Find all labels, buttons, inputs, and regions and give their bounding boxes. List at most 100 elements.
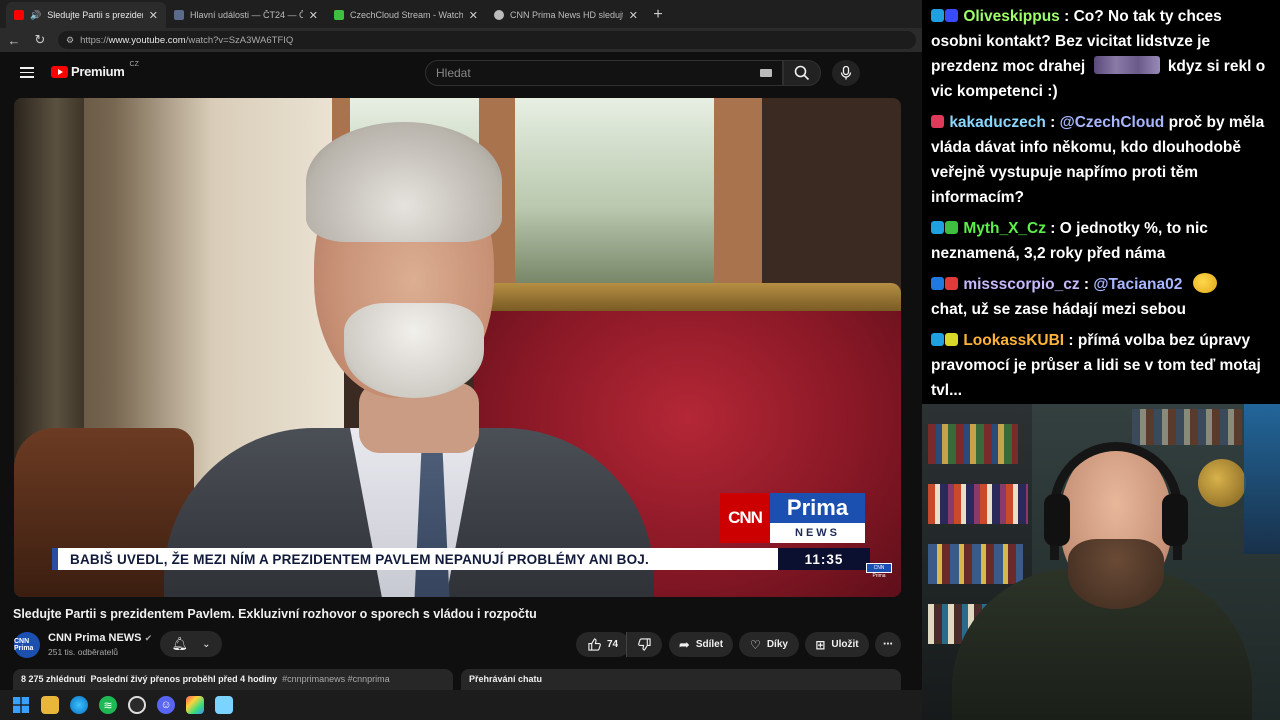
url-text: https://www.youtube.com/watch?v=SzA3WA6T…: [80, 34, 294, 46]
close-tab-icon[interactable]: ✕: [629, 9, 638, 22]
youtube-premium-logo[interactable]: Premium CZ: [51, 61, 139, 79]
chat-replay-header[interactable]: Přehrávání chatu: [461, 669, 901, 690]
chat-message: kakaduczech : @CzechCloud proč by měla v…: [931, 114, 1265, 206]
tab-strip: 🔊 Sledujte Partii s prezidentem P ✕ Hlav…: [0, 0, 922, 28]
logo-news: NEWS: [770, 523, 865, 543]
tab-title: Hlavní události — ČT24 — Česká t: [190, 10, 303, 20]
search-button[interactable]: [783, 60, 821, 86]
video-title: Sledujte Partii s prezidentem Pavlem. Ex…: [13, 607, 537, 621]
close-tab-icon[interactable]: ✕: [309, 9, 318, 22]
close-tab-icon[interactable]: ✕: [149, 9, 158, 22]
search-input[interactable]: Hledat: [425, 60, 783, 86]
subscriber-badge-icon: [931, 333, 944, 346]
stream-info: Poslední živý přenos proběhl před 4 hodi…: [90, 674, 278, 684]
chat-username[interactable]: LookassKUBI: [963, 332, 1064, 349]
sub-gifter-badge-icon: [945, 9, 958, 22]
streamer-webcam: [922, 404, 1280, 720]
bits-badge-icon: [945, 277, 958, 290]
moderator-badge-icon: [931, 277, 944, 290]
thumbs-down-icon: [638, 638, 651, 651]
heart-dollar-icon: ♡: [750, 637, 761, 652]
tab-cnn-prima[interactable]: CNN Prima News HD sledujte onli ✕: [486, 2, 646, 28]
subscriber-badge-icon: [931, 9, 944, 22]
hamburger-menu-icon[interactable]: [20, 67, 34, 78]
ct24-favicon-icon: [174, 10, 184, 20]
description-box[interactable]: 8 275 zhlédnutí Poslední živý přenos pro…: [13, 669, 453, 690]
caption-text: BABIŠ UVEDL, ŽE MEZI NÍM A PREZIDENTEM P…: [58, 548, 778, 570]
reload-icon[interactable]: ↻: [32, 32, 48, 48]
like-count: 74: [606, 639, 619, 650]
thumbs-up-icon: [588, 638, 601, 651]
tab-title: CzechCloud Stream - Watch Live o: [350, 10, 463, 20]
save-button[interactable]: ⊞ Uložit: [805, 632, 869, 657]
new-tab-icon[interactable]: +: [646, 2, 670, 28]
notepad-icon[interactable]: [215, 696, 233, 714]
cnn-prima-news-logo: CNN Prima NEWS: [720, 493, 865, 543]
speaker-icon[interactable]: 🔊: [30, 10, 41, 21]
share-button[interactable]: ➦ Sdílet: [669, 632, 733, 657]
chat-username[interactable]: Oliveskippus: [963, 8, 1059, 25]
microphone-icon: [840, 66, 852, 80]
thanks-button[interactable]: ♡ Díky: [739, 632, 799, 657]
hashtags[interactable]: #cnnprimanews #cnnprima: [282, 674, 390, 684]
chat-message: missscorpio_cz : @Taciana02 chat, už se …: [931, 272, 1272, 322]
tab-title: Sledujte Partii s prezidentem P: [47, 10, 143, 20]
view-count: 8 275 zhlédnutí: [21, 674, 86, 684]
more-actions-button[interactable]: ⋯: [875, 632, 901, 657]
emote-icon: [1192, 273, 1217, 293]
logo-text: Premium: [71, 64, 125, 79]
logo-cnn: CNN: [720, 493, 770, 543]
youtube-header: Premium CZ Hledat: [0, 52, 922, 94]
back-arrow-icon[interactable]: ←: [6, 33, 22, 48]
chat-message: Oliveskippus : Co? No tak ty chces osobn…: [931, 8, 1266, 100]
like-button[interactable]: 74: [576, 632, 630, 657]
tab-title: CNN Prima News HD sledujte onli: [510, 10, 623, 20]
address-bar-row: ← ↻ ⚙ https://www.youtube.com/watch?v=Sz…: [0, 28, 922, 52]
emote-icon: [1093, 56, 1160, 74]
file-explorer-icon[interactable]: [41, 696, 59, 714]
edge-icon[interactable]: [70, 696, 88, 714]
discord-icon[interactable]: ☺: [157, 696, 175, 714]
chat-message: LookassKUBI : přímá volba bez úpravy pra…: [931, 332, 1261, 399]
bell-icon: 🔔︎: [171, 636, 189, 651]
youtube-play-icon: [51, 65, 68, 78]
search-icon: [794, 65, 810, 81]
chat-username[interactable]: missscorpio_cz: [963, 276, 1079, 293]
keyboard-icon[interactable]: [760, 69, 772, 77]
close-tab-icon[interactable]: ✕: [469, 9, 478, 22]
save-label: Uložit: [831, 639, 859, 650]
chat-mention: @CzechCloud: [1059, 114, 1165, 131]
obs-icon[interactable]: [128, 696, 146, 714]
url-input[interactable]: ⚙ https://www.youtube.com/watch?v=SzA3WA…: [58, 31, 916, 49]
kick-favicon-icon: [334, 10, 344, 20]
more-icon: ⋯: [883, 639, 893, 650]
chat-username[interactable]: kakaduczech: [949, 114, 1046, 131]
chat-mention: @Taciana02: [1093, 276, 1183, 293]
chevron-down-icon: ⌄: [202, 638, 211, 650]
logo-region: CZ: [129, 61, 139, 68]
channel-name[interactable]: CNN Prima NEWS ✔: [48, 632, 152, 644]
browser-window: 🔊 Sledujte Partii s prezidentem P ✕ Hlav…: [0, 0, 922, 690]
tab-youtube[interactable]: 🔊 Sledujte Partii s prezidentem P ✕: [6, 2, 166, 28]
share-icon: ➦: [678, 636, 690, 652]
search-placeholder: Hledat: [436, 66, 471, 80]
spotify-icon[interactable]: ≋: [99, 696, 117, 714]
dislike-button[interactable]: [626, 632, 662, 657]
windows-start-icon[interactable]: [12, 696, 30, 714]
save-playlist-icon: ⊞: [815, 637, 826, 652]
chat-username[interactable]: Myth_X_Cz: [963, 220, 1046, 237]
globe-favicon-icon: [494, 10, 504, 20]
site-info-icon[interactable]: ⚙: [66, 35, 74, 46]
sub-gifter-badge-icon: [945, 333, 958, 346]
notification-bell-button[interactable]: 🔔︎ ⌄: [160, 631, 222, 657]
voice-search-button[interactable]: [832, 60, 860, 86]
subscriber-count: 251 tis. odběratelů: [48, 647, 118, 657]
tab-ct24[interactable]: Hlavní události — ČT24 — Česká t ✕: [166, 2, 326, 28]
broadcast-clock: 11:35: [778, 548, 870, 570]
channel-avatar[interactable]: CNN Prima: [14, 632, 40, 658]
photos-icon[interactable]: [186, 696, 204, 714]
video-player[interactable]: CNN Prima NEWS BABIŠ UVEDL, ŽE MEZI NÍM …: [14, 98, 901, 597]
subscriber-badge-icon: [931, 221, 944, 234]
tab-czechcloud[interactable]: CzechCloud Stream - Watch Live o ✕: [326, 2, 486, 28]
youtube-favicon-icon: [14, 10, 24, 20]
